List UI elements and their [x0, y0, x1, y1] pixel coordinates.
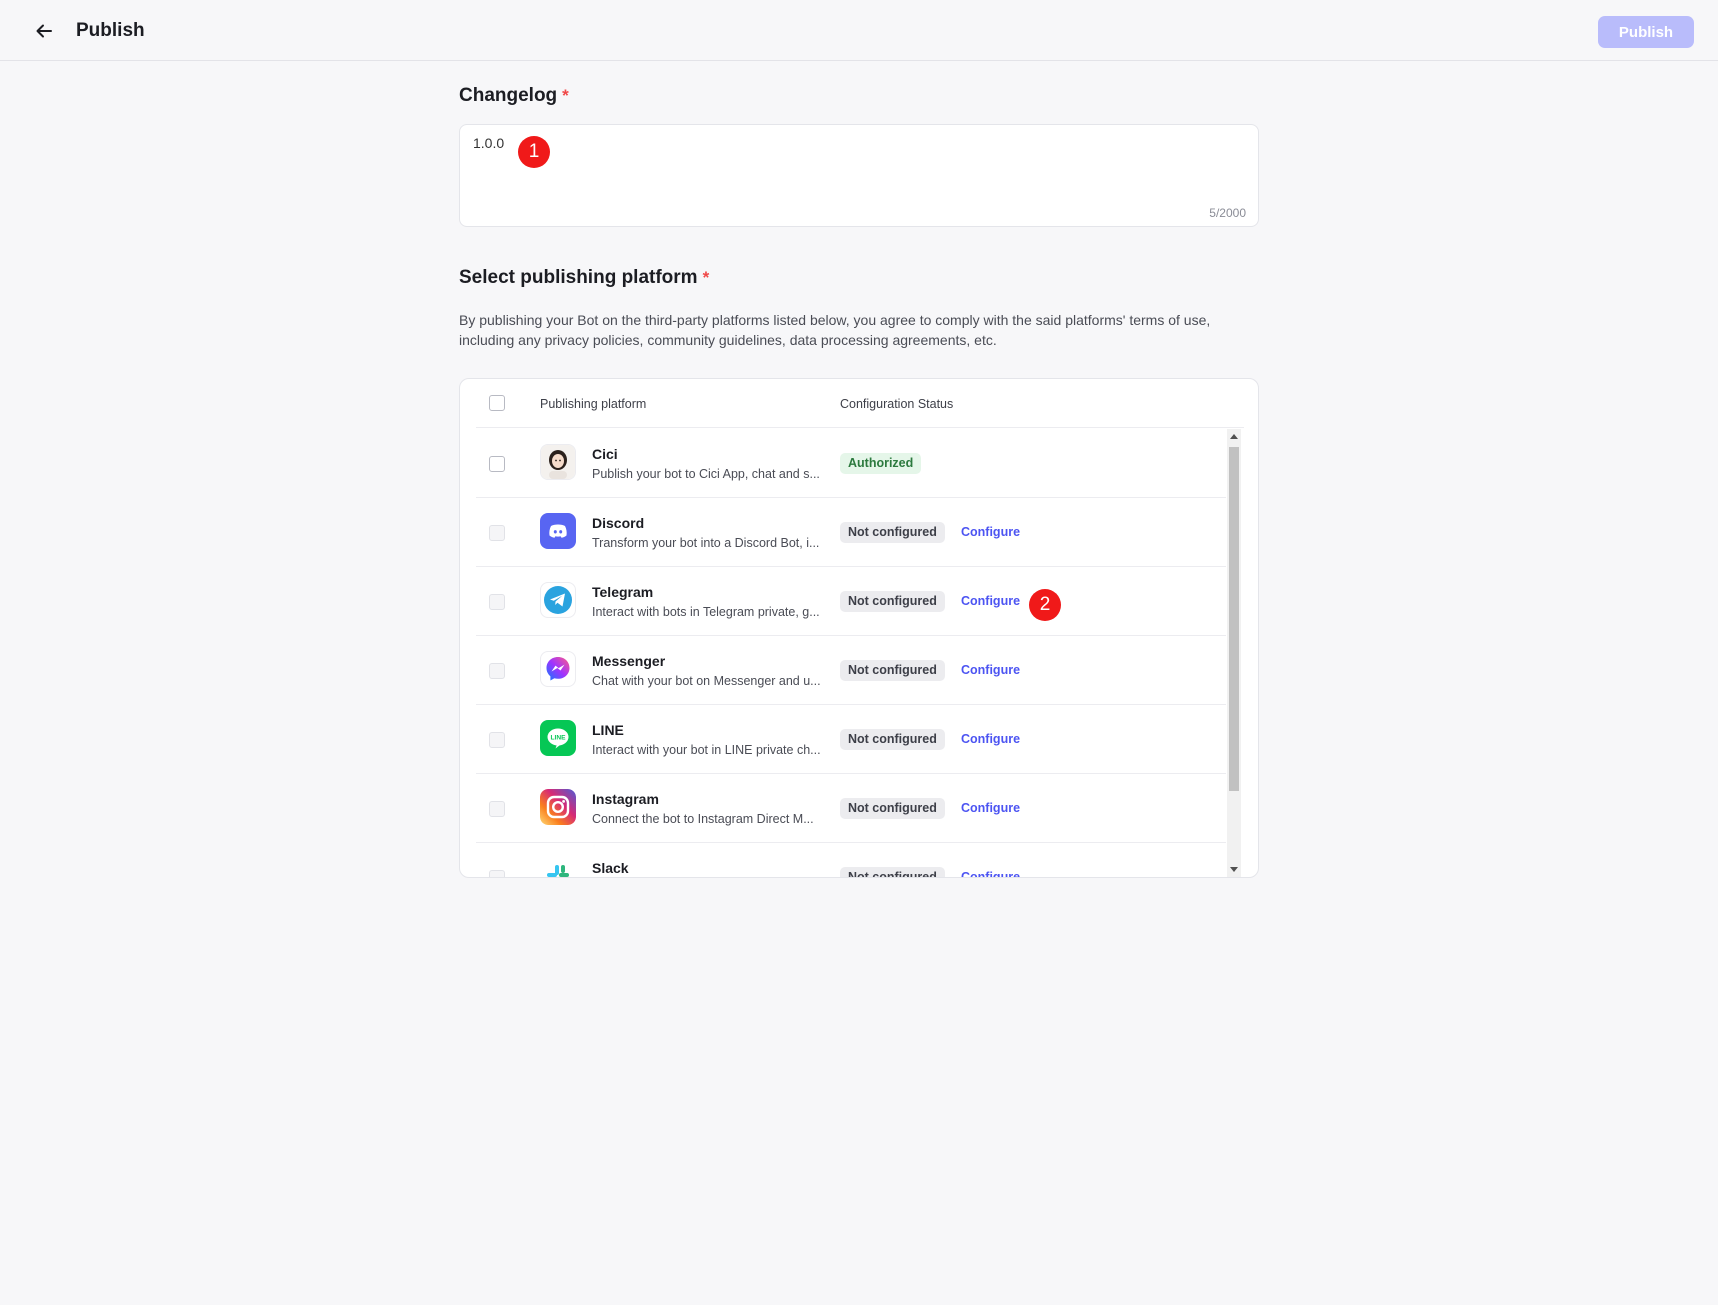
configure-link[interactable]: Configure — [961, 594, 1020, 608]
platform-description: Chat with your bot on Messenger and u... — [592, 674, 821, 688]
svg-text:LINE: LINE — [550, 735, 566, 742]
platform-description: Publish your bot to Cici App, chat and s… — [592, 467, 820, 481]
scrollbar-thumb[interactable] — [1229, 447, 1239, 791]
status-badge: Not configured — [840, 798, 945, 819]
page-title: Publish — [76, 20, 145, 41]
publish-button[interactable]: Publish — [1598, 16, 1694, 48]
table-scrollbar[interactable] — [1227, 429, 1241, 877]
column-header-platform: Publishing platform — [540, 397, 647, 411]
select-all-checkbox[interactable] — [489, 395, 505, 411]
status-badge: Authorized — [840, 453, 922, 474]
char-count: 5/2000 — [1209, 206, 1246, 220]
table-body: Cici Publish your bot to Cici App, chat … — [476, 429, 1226, 877]
scroll-up-arrow-icon[interactable] — [1230, 432, 1238, 442]
row-checkbox[interactable] — [489, 870, 505, 877]
platform-name: Instagram — [592, 791, 659, 807]
annotation-marker-2: 2 — [1029, 589, 1061, 621]
required-asterisk: * — [562, 86, 569, 105]
platform-name: LINE — [592, 722, 624, 738]
table-row-instagram: Instagram Connect the bot to Instagram D… — [476, 774, 1226, 843]
top-bar: Publish Publish — [0, 0, 1718, 61]
platform-description: Transform your bot into a Discord Bot, i… — [592, 536, 820, 550]
changelog-textarea[interactable]: 1.0.0 5/2000 1 — [459, 124, 1259, 227]
table-row-line: LINE LINE Interact with your bot in LINE… — [476, 705, 1226, 774]
row-checkbox[interactable] — [489, 456, 505, 472]
platform-heading: Select publishing platform * — [459, 267, 709, 289]
back-button[interactable] — [30, 17, 58, 45]
terms-disclaimer: By publishing your Bot on the third-part… — [459, 312, 1211, 348]
column-header-status: Configuration Status — [840, 397, 954, 411]
table-row-telegram: Telegram Interact with bots in Telegram … — [476, 567, 1226, 636]
status-badge: Not configured — [840, 660, 945, 681]
status-badge: Not configured — [840, 867, 945, 877]
configure-link[interactable]: Configure — [961, 732, 1020, 746]
platform-name: Discord — [592, 515, 645, 531]
row-checkbox[interactable] — [489, 594, 505, 610]
row-checkbox[interactable] — [489, 801, 505, 817]
platform-table: Publishing platform Configuration Status — [459, 378, 1259, 878]
changelog-heading: Changelog * — [459, 85, 569, 107]
required-asterisk: * — [702, 268, 710, 287]
status-badge: Not configured — [840, 729, 945, 750]
discord-icon — [540, 513, 576, 549]
platform-name: Telegram — [592, 584, 654, 600]
platform-description: Connect the bot to Instagram Direct M... — [592, 812, 814, 826]
row-checkbox[interactable] — [489, 663, 505, 679]
scroll-down-arrow-icon[interactable] — [1230, 865, 1238, 875]
platform-description: Interact with bots in Telegram private, … — [592, 605, 820, 619]
annotation-marker-1: 1 — [518, 136, 550, 168]
table-header: Publishing platform Configuration Status — [476, 379, 1244, 428]
changelog-value: 1.0.0 — [473, 135, 505, 151]
configure-link[interactable]: Configure — [961, 801, 1020, 815]
changelog-title: Changelog — [459, 85, 558, 106]
status-badge: Not configured — [840, 591, 945, 612]
status-badge: Not configured — [840, 522, 945, 543]
instagram-icon — [540, 789, 576, 825]
row-checkbox[interactable] — [489, 525, 505, 541]
platform-description: Interact with your bot in LINE private c… — [592, 743, 821, 757]
table-row-cici: Cici Publish your bot to Cici App, chat … — [476, 429, 1226, 498]
table-row-messenger: Messenger Chat with your bot on Messenge… — [476, 636, 1226, 705]
cici-avatar-icon — [540, 444, 576, 480]
slack-icon — [540, 858, 576, 877]
table-row-discord: Discord Transform your bot into a Discor… — [476, 498, 1226, 567]
row-checkbox[interactable] — [489, 732, 505, 748]
configure-link[interactable]: Configure — [961, 870, 1020, 877]
telegram-icon — [540, 582, 576, 618]
platform-name: Cici — [592, 446, 618, 462]
line-icon: LINE — [540, 720, 576, 756]
platform-name: Slack — [592, 860, 629, 876]
arrow-left-icon — [36, 24, 52, 38]
configure-link[interactable]: Configure — [961, 525, 1020, 539]
table-row-slack: Slack Not configured Configure — [476, 843, 1226, 877]
configure-link[interactable]: Configure — [961, 663, 1020, 677]
platform-section-title: Select publishing platform — [459, 267, 698, 288]
platform-name: Messenger — [592, 653, 666, 669]
messenger-icon — [540, 651, 576, 687]
